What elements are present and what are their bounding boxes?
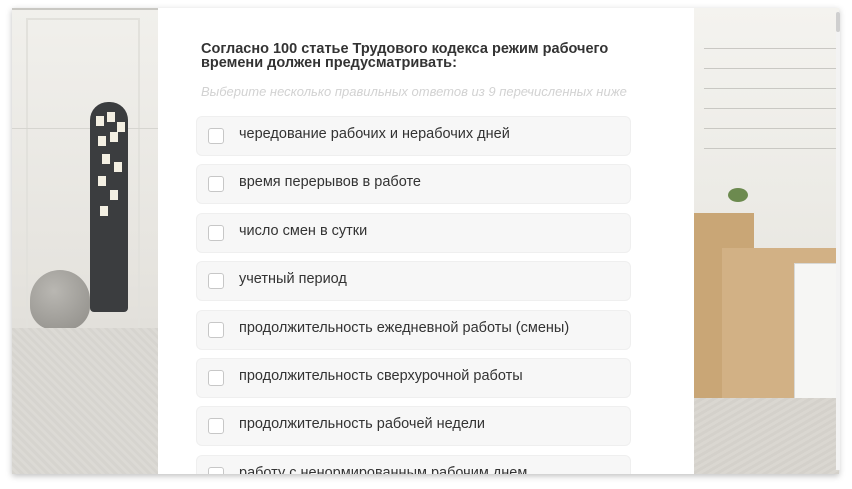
answer-option-label: продолжительность сверхурочной работы	[239, 367, 523, 384]
answer-option-label: учетный период	[239, 271, 347, 288]
floor	[694, 398, 839, 474]
instruction-hint: Выберите несколько правильных ответов из…	[201, 84, 627, 99]
answer-option[interactable]: работу с ненормированным рабочим днем	[196, 454, 631, 474]
checkbox[interactable]	[208, 128, 224, 144]
checkbox[interactable]	[208, 369, 224, 386]
answer-option[interactable]: число смен в сутки	[196, 212, 631, 253]
answer-option[interactable]: продолжительность рабочей недели	[196, 406, 631, 447]
checkbox[interactable]	[208, 321, 224, 338]
scrollbar-thumb[interactable]	[836, 12, 840, 32]
answer-option-label: продолжительность рабочей недели	[239, 416, 486, 433]
answer-option[interactable]: чередование рабочих и нерабочих дней	[196, 116, 631, 156]
checkbox[interactable]	[208, 224, 224, 241]
answer-option[interactable]: учетный период	[196, 261, 631, 302]
checkbox[interactable]	[208, 466, 224, 474]
office-left-scene	[12, 8, 158, 474]
office-right-scene	[694, 8, 839, 474]
answer-option[interactable]: продолжительность ежедневной работы (сме…	[196, 309, 631, 350]
checkbox[interactable]	[208, 176, 224, 193]
answer-option-label: число смен в сутки	[239, 222, 368, 239]
whiteboard-stand	[90, 102, 128, 312]
answer-options-list: чередование рабочих и нерабочих дней вре…	[196, 116, 631, 474]
question-text: Согласно 100 статье Трудового кодекса ре…	[201, 41, 609, 71]
answer-option-label: работу с ненормированным рабочим днем	[239, 464, 528, 474]
vertical-scrollbar[interactable]	[836, 12, 840, 470]
checkbox[interactable]	[208, 418, 224, 435]
answer-option-label: время перерывов в работе	[239, 174, 422, 191]
answer-option-label: чередование рабочих и нерабочих дней	[239, 126, 510, 142]
answer-option[interactable]: продолжительность сверхурочной работы	[196, 357, 631, 398]
quiz-panel: Согласно 100 статье Трудового кодекса ре…	[158, 8, 694, 474]
drawer-cabinet	[794, 263, 839, 405]
bean-bag	[30, 270, 90, 330]
checkbox[interactable]	[208, 273, 224, 290]
answer-option-label: продолжительность ежедневной работы (сме…	[239, 319, 570, 336]
answer-option[interactable]: время перерывов в работе	[196, 164, 631, 205]
floor	[12, 328, 158, 474]
